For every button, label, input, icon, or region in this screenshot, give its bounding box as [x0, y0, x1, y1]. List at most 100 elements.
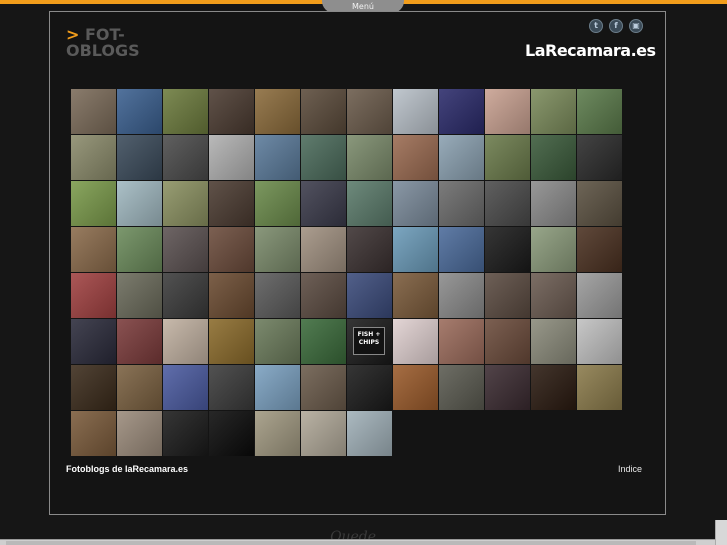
- photo-thumbnail[interactable]: [117, 365, 162, 410]
- photo-thumbnail[interactable]: [485, 89, 530, 134]
- photo-thumbnail[interactable]: [255, 319, 300, 364]
- brand-title[interactable]: LaRecamara.es: [525, 41, 656, 60]
- photo-thumbnail[interactable]: [71, 365, 116, 410]
- photo-thumbnail[interactable]: [439, 181, 484, 226]
- photo-thumbnail[interactable]: [163, 135, 208, 180]
- photo-thumbnail[interactable]: [347, 227, 392, 272]
- photo-thumbnail[interactable]: [255, 411, 300, 456]
- photo-thumbnail[interactable]: [301, 273, 346, 318]
- photo-thumbnail[interactable]: [347, 273, 392, 318]
- photo-thumbnail[interactable]: [163, 411, 208, 456]
- photo-thumbnail[interactable]: [577, 365, 622, 410]
- photo-thumbnail[interactable]: [255, 135, 300, 180]
- photo-thumbnail[interactable]: [71, 227, 116, 272]
- photo-thumbnail[interactable]: [347, 135, 392, 180]
- photo-thumbnail[interactable]: [347, 411, 392, 456]
- photo-thumbnail[interactable]: FISH + CHIPS: [347, 319, 392, 364]
- photo-thumbnail[interactable]: [163, 319, 208, 364]
- photo-thumbnail[interactable]: [163, 365, 208, 410]
- photo-thumbnail[interactable]: [71, 135, 116, 180]
- photo-thumbnail[interactable]: [117, 181, 162, 226]
- photo-thumbnail[interactable]: [163, 89, 208, 134]
- photo-thumbnail[interactable]: [117, 89, 162, 134]
- photo-thumbnail[interactable]: [301, 135, 346, 180]
- photo-thumbnail[interactable]: [255, 181, 300, 226]
- photo-thumbnail[interactable]: [71, 89, 116, 134]
- photo-thumbnail[interactable]: [71, 181, 116, 226]
- photo-thumbnail[interactable]: [209, 273, 254, 318]
- photo-thumbnail[interactable]: [577, 181, 622, 226]
- photo-thumbnail[interactable]: [485, 319, 530, 364]
- photo-thumbnail[interactable]: [393, 273, 438, 318]
- photo-thumbnail[interactable]: [301, 181, 346, 226]
- photo-thumbnail[interactable]: [485, 181, 530, 226]
- photo-thumbnail[interactable]: [439, 365, 484, 410]
- photo-thumbnail[interactable]: [209, 181, 254, 226]
- photo-thumbnail[interactable]: [301, 411, 346, 456]
- photo-thumbnail[interactable]: [209, 227, 254, 272]
- photo-thumbnail[interactable]: [71, 273, 116, 318]
- twitter-icon[interactable]: t: [589, 19, 603, 33]
- facebook-icon[interactable]: f: [609, 19, 623, 33]
- photo-thumbnail[interactable]: [301, 89, 346, 134]
- photo-thumbnail[interactable]: [117, 319, 162, 364]
- photo-thumbnail[interactable]: [485, 135, 530, 180]
- photo-thumbnail[interactable]: [577, 319, 622, 364]
- photo-thumbnail[interactable]: [393, 89, 438, 134]
- photo-thumbnail[interactable]: [255, 227, 300, 272]
- photo-thumbnail[interactable]: [301, 365, 346, 410]
- photo-thumbnail[interactable]: [577, 273, 622, 318]
- photo-thumbnail[interactable]: [393, 135, 438, 180]
- photo-thumbnail[interactable]: [71, 319, 116, 364]
- photo-thumbnail[interactable]: [71, 411, 116, 456]
- photo-thumbnail[interactable]: [393, 319, 438, 364]
- photo-thumbnail[interactable]: [531, 319, 576, 364]
- photo-thumbnail[interactable]: [255, 365, 300, 410]
- photo-thumbnail[interactable]: [347, 365, 392, 410]
- photo-thumbnail[interactable]: [393, 227, 438, 272]
- vertical-scrollbar[interactable]: [715, 520, 727, 545]
- photo-thumbnail[interactable]: [301, 227, 346, 272]
- photo-thumbnail[interactable]: [577, 227, 622, 272]
- photo-thumbnail[interactable]: [209, 365, 254, 410]
- photo-thumbnail[interactable]: [439, 135, 484, 180]
- photo-thumbnail[interactable]: [117, 227, 162, 272]
- photo-thumbnail[interactable]: [439, 273, 484, 318]
- photo-thumbnail[interactable]: [255, 273, 300, 318]
- scrollbar-thumb[interactable]: [6, 541, 696, 545]
- photo-thumbnail[interactable]: [439, 89, 484, 134]
- photo-thumbnail[interactable]: [393, 365, 438, 410]
- photo-thumbnail[interactable]: [531, 89, 576, 134]
- photo-thumbnail[interactable]: [301, 319, 346, 364]
- photo-thumbnail[interactable]: [531, 227, 576, 272]
- photo-thumbnail[interactable]: [163, 227, 208, 272]
- photo-thumbnail[interactable]: [347, 89, 392, 134]
- photo-thumbnail[interactable]: [577, 135, 622, 180]
- photo-thumbnail[interactable]: [485, 273, 530, 318]
- photo-thumbnail[interactable]: [485, 227, 530, 272]
- photo-thumbnail[interactable]: [393, 181, 438, 226]
- photo-thumbnail[interactable]: [117, 411, 162, 456]
- index-link[interactable]: Indice: [618, 464, 642, 474]
- photo-thumbnail[interactable]: [531, 273, 576, 318]
- photo-thumbnail[interactable]: [117, 273, 162, 318]
- photo-thumbnail[interactable]: [117, 135, 162, 180]
- share-icon[interactable]: ▣: [629, 19, 643, 33]
- photo-thumbnail[interactable]: [531, 135, 576, 180]
- photo-thumbnail[interactable]: [577, 89, 622, 134]
- photo-thumbnail[interactable]: [209, 89, 254, 134]
- photo-thumbnail[interactable]: [531, 365, 576, 410]
- photo-thumbnail[interactable]: [209, 135, 254, 180]
- photo-thumbnail[interactable]: [439, 319, 484, 364]
- photo-thumbnail[interactable]: [209, 411, 254, 456]
- photo-thumbnail[interactable]: [485, 365, 530, 410]
- photo-thumbnail[interactable]: [163, 273, 208, 318]
- photo-thumbnail[interactable]: [209, 319, 254, 364]
- horizontal-scrollbar[interactable]: [0, 539, 715, 545]
- photo-thumbnail[interactable]: [531, 181, 576, 226]
- photo-thumbnail[interactable]: [163, 181, 208, 226]
- fotoblogs-logo[interactable]: > FOT- OBLOGS: [66, 27, 142, 61]
- photo-thumbnail[interactable]: [347, 181, 392, 226]
- photo-thumbnail[interactable]: [255, 89, 300, 134]
- photo-thumbnail[interactable]: [439, 227, 484, 272]
